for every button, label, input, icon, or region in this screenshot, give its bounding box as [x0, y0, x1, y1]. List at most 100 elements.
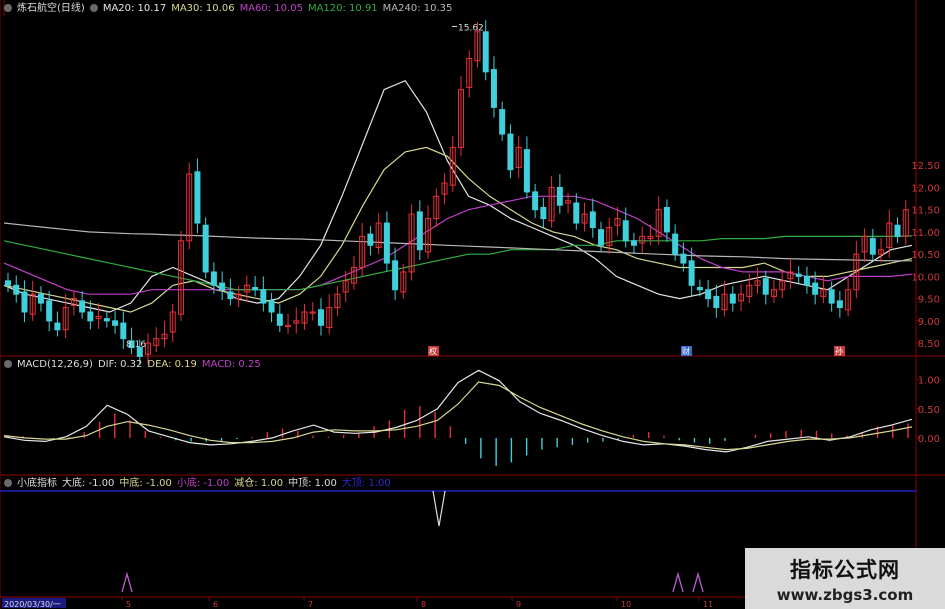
candle-body	[589, 211, 596, 228]
candle-body	[112, 320, 119, 326]
high-price-label: 15.62	[458, 23, 484, 33]
candle-body	[532, 191, 539, 211]
macd-value: MACD: 0.25	[201, 359, 261, 370]
candle-body	[598, 229, 605, 246]
candle-body	[268, 300, 275, 313]
month-tick-label: 8	[421, 600, 426, 609]
candle-body	[392, 260, 399, 291]
dif-value: DIF: 0.32	[97, 359, 143, 370]
candle-body	[573, 202, 580, 224]
price-tick-label: 11.50	[911, 206, 940, 217]
candle-body	[219, 282, 226, 291]
main-header: 炼石航空(日线) MA20: 10.17 MA30: 10.06 MA60: 10.0…	[4, 3, 457, 15]
candle-body	[13, 284, 20, 295]
candle-body	[540, 206, 547, 220]
candle-body	[79, 300, 86, 313]
candle-body	[672, 233, 679, 255]
candle-body	[317, 309, 324, 326]
candle-body	[696, 287, 703, 291]
mid-bottom-value: 中底: -1.00	[119, 478, 172, 489]
macd-menu-icon[interactable]	[4, 360, 12, 368]
macd-tick-label: 1.00	[918, 376, 940, 387]
candle-body	[46, 300, 53, 322]
candle-body	[103, 318, 110, 322]
event-mark-label: 孙	[835, 346, 843, 356]
candle-body	[507, 133, 514, 171]
ma30-value: MA30: 10.06	[171, 3, 235, 14]
candle-body	[54, 322, 61, 331]
candle-body	[490, 69, 497, 108]
candle-body	[869, 238, 876, 255]
candle-body	[622, 220, 629, 242]
price-tick-label: 11.00	[911, 228, 940, 239]
candle-body	[416, 211, 423, 251]
macd-name: MACD(12,26,9)	[17, 359, 93, 370]
month-tick-label: 5	[126, 600, 131, 609]
candle-body	[499, 109, 506, 135]
ma120-value: MA120: 10.91	[307, 3, 378, 14]
month-tick-label: 10	[621, 600, 631, 609]
ma240-value: MA240: 10.35	[382, 3, 453, 14]
big-top-value: 大顶: 1.00	[341, 478, 391, 489]
reduce-value: 减仓: 1.00	[234, 478, 284, 489]
candle-body	[252, 287, 259, 291]
macd-tick-label: 0.50	[918, 405, 940, 416]
indicator-name: 小底指标	[17, 478, 57, 489]
stock-name: 炼石航空(日线)	[17, 3, 85, 14]
chart-canvas: 8.50 9.00 9.50 10.00 10.50 11.00 11.50 12.00 12.…	[0, 0, 945, 609]
panel-menu-icon[interactable]	[4, 4, 12, 12]
price-tick-label: 12.50	[911, 161, 940, 172]
indicator-header: 小底指标 大底: -1.00 中底: -1.00 小底: -1.00 减仓: 1.00 中…	[4, 478, 396, 490]
macd-tick-label: 0.00	[918, 434, 940, 445]
ma60-value: MA60: 10.05	[239, 3, 303, 14]
candle-body	[663, 206, 670, 233]
candle-body	[5, 280, 11, 286]
settings-dot-icon[interactable]	[89, 4, 98, 12]
candle-body	[210, 271, 217, 286]
candle-body	[482, 31, 489, 73]
month-tick-label: 9	[516, 600, 521, 609]
price-tick-label: 12.00	[911, 183, 940, 194]
candle-body	[713, 295, 720, 309]
mid-top-value: 中顶: 1.00	[288, 478, 337, 489]
indicator-menu-icon[interactable]	[4, 479, 12, 487]
event-mark-label: 权	[429, 346, 437, 356]
price-tick-label: 9.00	[918, 317, 940, 328]
low-price-label: 8.16	[126, 340, 146, 350]
candle-body	[795, 273, 802, 277]
small-bottom-value: 小底: -1.00	[176, 478, 230, 489]
candle-body	[367, 233, 374, 246]
candle-body	[202, 224, 209, 273]
big-bottom-value: 大底: -1.00	[62, 478, 115, 489]
watermark-url: www.zbgs3.com	[776, 586, 914, 604]
price-tick-label: 9.50	[918, 295, 940, 306]
candle-body	[812, 282, 819, 295]
candle-body	[523, 149, 530, 193]
price-tick-label: 8.50	[918, 339, 940, 350]
event-mark-label: 财	[682, 346, 690, 356]
candle-body	[276, 313, 283, 326]
candle-body	[803, 275, 810, 286]
candle-body	[194, 171, 201, 224]
candle-body	[836, 300, 843, 309]
candle-body	[705, 289, 712, 300]
month-tick-label: 11	[703, 600, 713, 609]
candle-body	[630, 240, 637, 246]
candle-body	[680, 253, 687, 264]
month-tick-label: 7	[308, 600, 313, 609]
candle-body	[383, 222, 390, 264]
dea-value: DEA: 0.19	[147, 359, 197, 370]
ma20-value: MA20: 10.17	[102, 3, 167, 14]
candle-body	[828, 289, 835, 304]
watermark: 指标公式网 www.zbgs3.com	[745, 548, 945, 609]
candle-body	[227, 291, 234, 300]
candle-body	[120, 322, 127, 340]
date-start-label: 2020/03/30/一	[4, 600, 61, 609]
candle-body	[729, 293, 736, 304]
candle-body	[688, 260, 695, 286]
month-tick-label: 6	[213, 600, 218, 609]
candle-body	[87, 311, 94, 322]
candle-body	[260, 289, 267, 304]
watermark-title: 指标公式网	[790, 558, 900, 582]
candle-body	[37, 293, 44, 304]
